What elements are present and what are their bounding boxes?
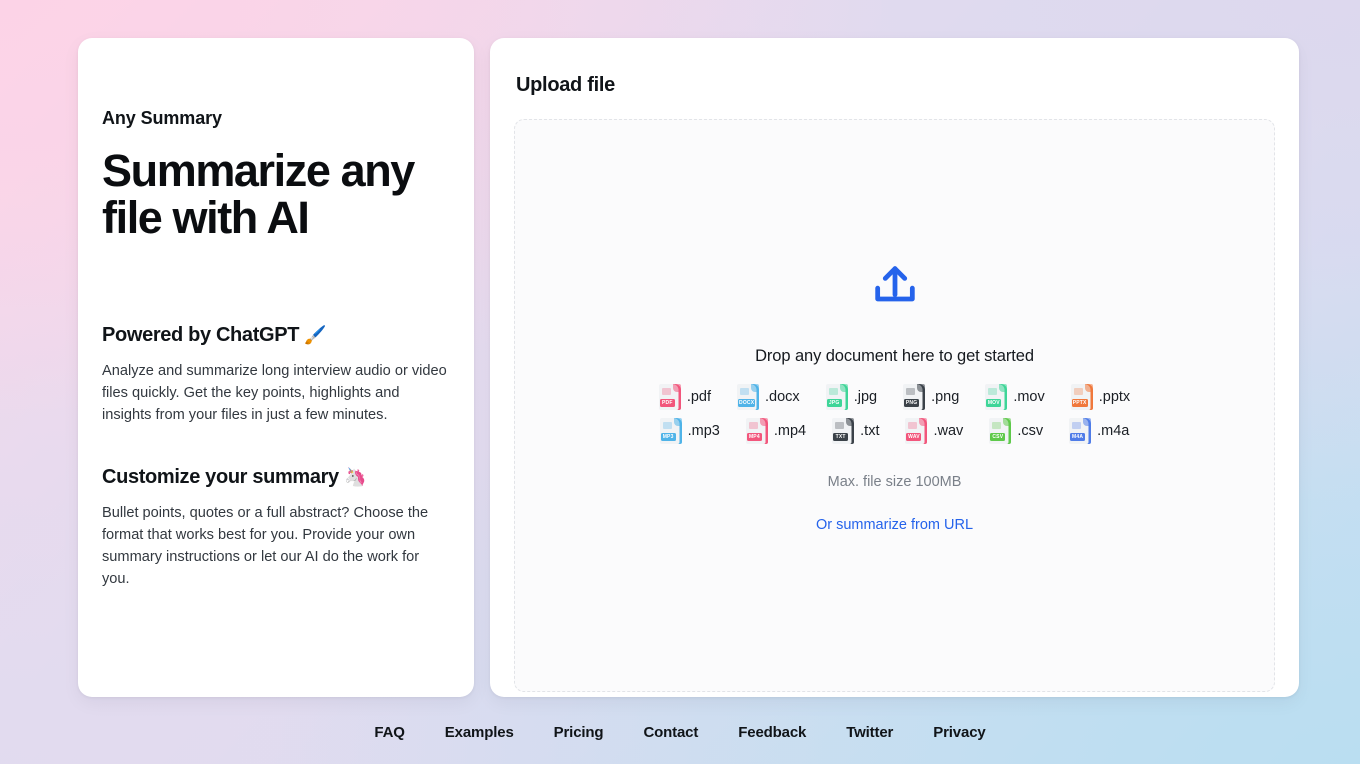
- file-type-label: .txt: [860, 423, 880, 439]
- footer-link-contact[interactable]: Contact: [639, 722, 702, 743]
- footer-link-twitter[interactable]: Twitter: [842, 722, 897, 743]
- max-file-size-note: Max. file size 100MB: [827, 474, 962, 490]
- file-mp4-icon: MP4: [745, 418, 768, 444]
- file-types-row-1: PDF .pdf DOCX .docx JPG .jpg PNG .png MOV .mov PPT…: [615, 384, 1175, 410]
- file-type-pptx: PPTX .pptx: [1070, 384, 1131, 410]
- footer-link-feedback[interactable]: Feedback: [734, 722, 810, 743]
- file-type-label: .mov: [1013, 389, 1045, 405]
- file-txt-icon: TXT: [832, 418, 855, 444]
- file-type-label: .csv: [1017, 423, 1044, 439]
- file-mov-icon: MOV: [985, 384, 1008, 410]
- file-type-label: .docx: [765, 389, 800, 405]
- footer-link-faq[interactable]: FAQ: [370, 722, 408, 743]
- file-type-mp4: MP4 .mp4: [745, 418, 807, 444]
- feature-title-text: Customize your summary: [102, 465, 339, 488]
- file-pdf-icon: PDF: [658, 384, 681, 410]
- file-type-label: .mp4: [773, 423, 807, 439]
- file-type-m4a: M4A .m4a: [1069, 418, 1129, 444]
- file-type-jpg: JPG .jpg: [825, 384, 878, 410]
- file-pptx-icon: PPTX: [1070, 384, 1093, 410]
- file-dropzone[interactable]: Drop any document here to get started PD…: [514, 119, 1275, 692]
- unicorn-icon: 🦄: [344, 466, 367, 487]
- footer-link-privacy[interactable]: Privacy: [929, 722, 989, 743]
- file-type-wav: WAV .wav: [905, 418, 963, 444]
- file-m4a-icon: M4A: [1069, 418, 1092, 444]
- upload-panel-title: Upload file: [516, 74, 615, 96]
- file-type-label: .mp3: [687, 423, 720, 439]
- file-type-label: .png: [931, 389, 960, 405]
- summarize-from-url-link[interactable]: Or summarize from URL: [816, 517, 973, 533]
- file-type-mov: MOV .mov: [985, 384, 1045, 410]
- feature-powered-by-chatgpt: Powered by ChatGPT 🖌️ Analyze and summar…: [102, 324, 450, 426]
- file-type-label: .pptx: [1098, 389, 1131, 405]
- footer-nav: FAQ Examples Pricing Contact Feedback Twitter…: [0, 722, 1360, 743]
- feature-title: Powered by ChatGPT 🖌️: [102, 324, 450, 347]
- file-type-png: PNG .png: [903, 384, 959, 410]
- upload-tray-icon: [869, 260, 921, 317]
- file-png-icon: PNG: [903, 384, 926, 410]
- brand-name: Any Summary: [102, 108, 222, 128]
- paintbrush-icon: 🖌️: [304, 324, 327, 345]
- supported-file-types: PDF .pdf DOCX .docx JPG .jpg PNG .png MOV .mov PPT…: [615, 384, 1175, 452]
- marketing-card: Any Summary Summarize any file with AI P…: [78, 38, 474, 697]
- footer-link-examples[interactable]: Examples: [441, 722, 518, 743]
- cards-container: Any Summary Summarize any file with AI P…: [78, 38, 1299, 697]
- file-jpg-icon: JPG: [825, 384, 848, 410]
- feature-title: Customize your summary 🦄: [102, 466, 450, 489]
- feature-title-text: Powered by ChatGPT: [102, 323, 300, 346]
- page-title: Summarize any file with AI: [102, 145, 415, 244]
- footer-link-pricing[interactable]: Pricing: [550, 722, 608, 743]
- file-wav-icon: WAV: [905, 418, 928, 444]
- feature-body: Bullet points, quotes or a full abstract…: [102, 504, 429, 587]
- feature-customize-your-summary: Customize your summary 🦄 Bullet points, …: [102, 466, 450, 590]
- page-root: Any Summary Summarize any file with AI P…: [0, 0, 1360, 764]
- feature-body: Analyze and summarize long interview aud…: [102, 362, 447, 423]
- file-type-label: .pdf: [686, 389, 712, 405]
- file-type-csv: CSV .csv: [989, 418, 1043, 444]
- file-type-txt: TXT .txt: [832, 418, 879, 444]
- file-csv-icon: CSV: [989, 418, 1012, 444]
- file-type-label: .wav: [933, 423, 964, 439]
- dropzone-instruction: Drop any document here to get started: [755, 347, 1034, 365]
- file-type-docx: DOCX .docx: [737, 384, 800, 410]
- file-type-label: .jpg: [853, 389, 878, 405]
- file-docx-icon: DOCX: [737, 384, 760, 410]
- upload-card: Upload file Drop any document here to ge…: [490, 38, 1299, 697]
- file-type-label: .m4a: [1097, 423, 1130, 439]
- file-type-mp3: MP3 .mp3: [659, 418, 720, 444]
- file-mp3-icon: MP3: [659, 418, 682, 444]
- file-type-pdf: PDF .pdf: [658, 384, 712, 410]
- file-types-row-2: MP3 .mp3 MP4 .mp4 TXT .txt WAV .wav CSV .csv M4A .m…: [615, 418, 1175, 444]
